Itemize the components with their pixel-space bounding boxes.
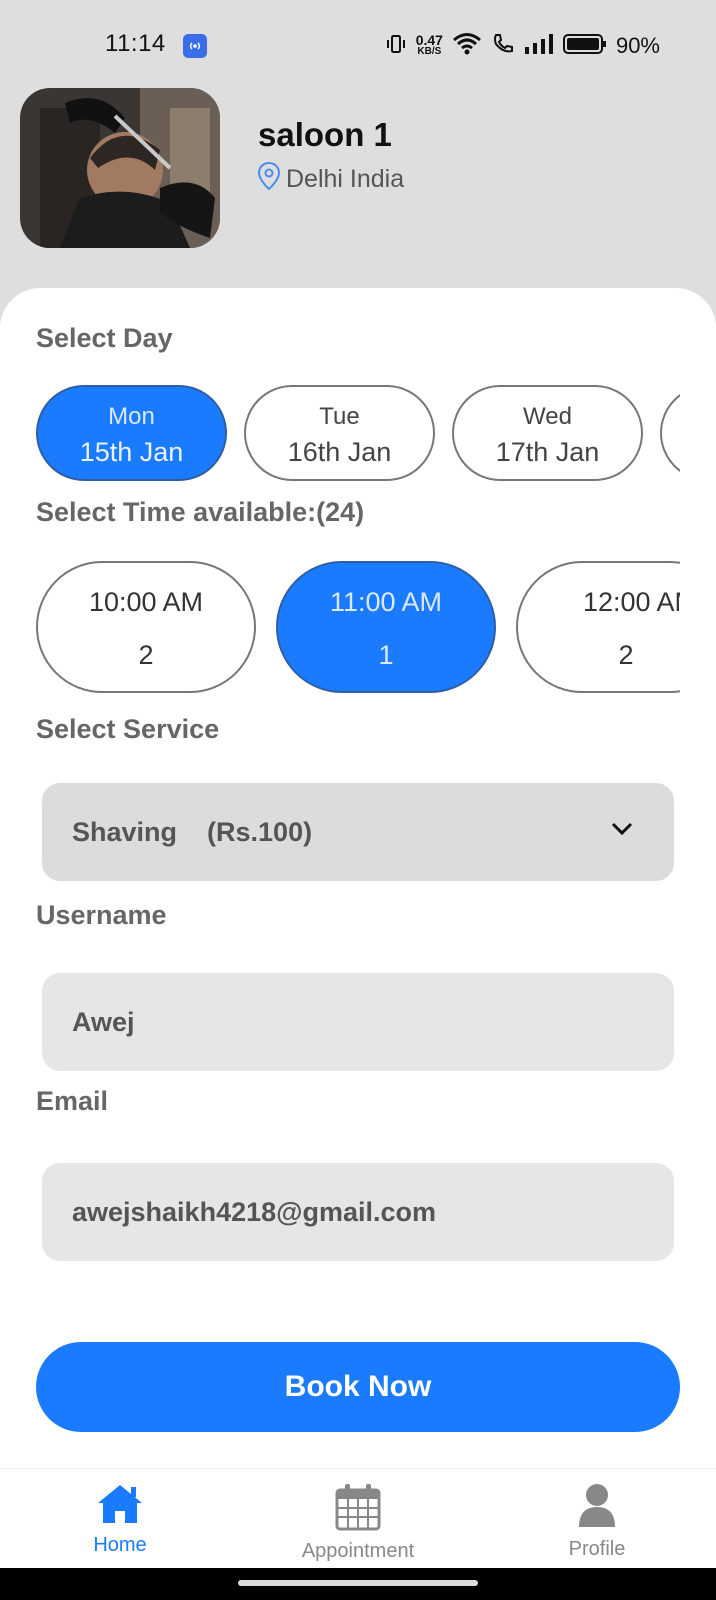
booking-card: Select Day Mon 15th Jan Tue 16th Jan Wed…	[0, 288, 716, 1468]
battery-percentage: 90%	[615, 33, 660, 58]
select-time-label: Select Time available:(24)	[36, 497, 365, 527]
network-speed: 0.47 KB/S	[415, 32, 443, 57]
wifi-call-icon	[491, 32, 515, 61]
location-pin-icon	[257, 161, 281, 197]
username-label: Username	[36, 900, 167, 930]
home-icon	[96, 1485, 144, 1529]
status-time: 11:14	[105, 30, 166, 57]
day-option-next[interactable]	[660, 385, 680, 481]
time-selector: 10:00 AM 2 11:00 AM 1 12:00 AM 2	[36, 561, 680, 693]
username-field[interactable]: Awej	[42, 973, 674, 1071]
booking-screen: 11:14 0.47 KB/S 90% saloon 1 Delhi India…	[0, 0, 716, 1600]
email-value: awejshaikh4218@gmail.com	[72, 1197, 436, 1227]
time-option-1100[interactable]: 11:00 AM 1	[276, 561, 496, 693]
battery-icon	[562, 33, 607, 60]
service-value: Shaving (Rs.100)	[72, 817, 313, 847]
day-selector: Mon 15th Jan Tue 16th Jan Wed 17th Jan	[36, 385, 680, 481]
day-option-wed[interactable]: Wed 17th Jan	[452, 385, 643, 481]
wifi-icon	[452, 32, 482, 61]
email-field[interactable]: awejshaikh4218@gmail.com	[42, 1163, 674, 1261]
nav-home[interactable]: Home	[40, 1483, 200, 1557]
location-text: Delhi India	[286, 165, 405, 193]
shop-location: Delhi India	[257, 161, 405, 197]
shop-photo	[20, 88, 220, 248]
bottom-navigation: Home Appointment Profile	[0, 1468, 716, 1568]
broadcast-icon	[183, 34, 207, 58]
time-option-1200[interactable]: 12:00 AM 2	[516, 561, 680, 693]
gesture-handle[interactable]	[238, 1580, 478, 1586]
day-option-tue[interactable]: Tue 16th Jan	[244, 385, 435, 481]
email-label: Email	[36, 1086, 109, 1116]
book-now-button[interactable]: Book Now	[36, 1342, 680, 1432]
select-service-label: Select Service	[36, 714, 220, 744]
service-dropdown[interactable]: Shaving (Rs.100)	[42, 783, 674, 881]
username-value: Awej	[72, 1007, 135, 1037]
nav-appointment[interactable]: Appointment	[278, 1483, 438, 1563]
profile-icon	[577, 1484, 617, 1533]
chevron-down-icon	[610, 821, 634, 842]
time-option-1000[interactable]: 10:00 AM 2	[36, 561, 256, 693]
calendar-icon	[334, 1484, 382, 1535]
gesture-bar	[0, 1568, 716, 1600]
vibrate-icon	[385, 33, 407, 60]
status-bar: 11:14 0.47 KB/S 90%	[0, 0, 716, 90]
signal-icon	[524, 33, 554, 60]
nav-profile[interactable]: Profile	[517, 1483, 677, 1561]
shop-name: saloon 1	[258, 116, 392, 153]
status-icons: 0.47 KB/S 90%	[385, 30, 660, 62]
select-day-label: Select Day	[36, 323, 173, 353]
day-option-mon[interactable]: Mon 15th Jan	[36, 385, 227, 481]
